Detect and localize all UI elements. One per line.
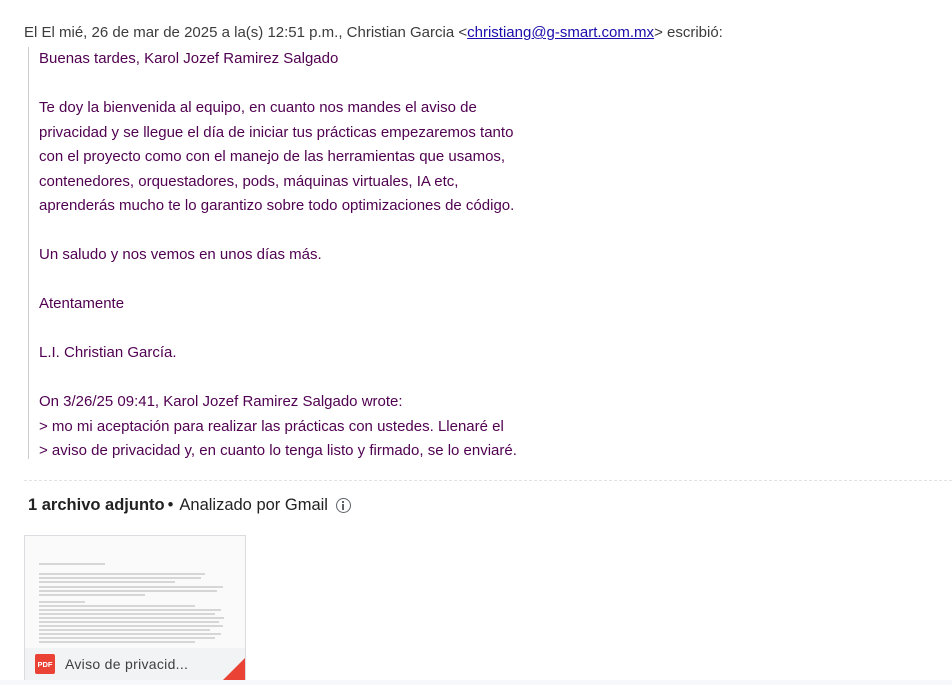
nested-quote-line: > aviso de privacidad y, en cuanto lo te… xyxy=(39,442,517,459)
attachments-divider xyxy=(24,480,952,481)
attachment-card[interactable]: PDF Aviso de privacid... xyxy=(24,535,246,681)
body-line: aprenderás mucho te lo garantizo sobre t… xyxy=(39,197,515,214)
attachment-thumbnail[interactable] xyxy=(25,536,245,648)
quote-header-prefix: El El mié, 26 de mar de 2025 a la(s) 12:… xyxy=(24,24,468,41)
bottom-strip xyxy=(0,680,952,685)
body-line: privacidad y se llegue el día de iniciar… xyxy=(39,123,514,141)
signature-line: L.I. Christian García. xyxy=(39,344,177,361)
attachments-header: 1 archivo adjunto • Analizado por Gmail xyxy=(28,496,351,515)
pdf-corner-icon xyxy=(223,658,245,680)
attachment-filename[interactable]: Aviso de privacid... xyxy=(65,656,188,672)
attachment-count: 1 archivo adjunto xyxy=(28,496,165,514)
quoted-message: Buenas tardes, Karol Jozef Ramirez Salga… xyxy=(28,47,599,459)
nested-quote-header: On 3/26/25 09:41, Karol Jozef Ramirez Sa… xyxy=(39,393,403,410)
quote-header-suffix: > escribió: xyxy=(654,24,723,41)
separator-dot: • xyxy=(167,496,174,514)
quote-header: El El mié, 26 de mar de 2025 a la(s) 12:… xyxy=(24,24,723,41)
signoff-line: Atentamente xyxy=(39,295,125,312)
closing-line: Un saludo y nos vemos en unos días más. xyxy=(39,246,322,263)
info-icon[interactable] xyxy=(335,498,351,513)
scanned-by-gmail-label: Analizado por Gmail xyxy=(179,496,328,514)
body-line: Te doy la bienvenida al equipo, en cuant… xyxy=(39,99,477,116)
sender-email-link[interactable]: christiang@g-smart.com.mx xyxy=(467,24,654,41)
pdf-icon: PDF xyxy=(35,654,55,674)
greeting-line: Buenas tardes, Karol Jozef Ramirez Salga… xyxy=(39,50,339,67)
body-line: con el proyecto como con el manejo de la… xyxy=(39,148,506,165)
attachment-footer[interactable]: PDF Aviso de privacid... xyxy=(25,648,245,680)
nested-quote-line: > mo mi aceptación para realizar las prá… xyxy=(39,417,504,435)
document-preview-image xyxy=(25,536,245,648)
body-line: contenedores, orquestadores, pods, máqui… xyxy=(39,172,459,190)
